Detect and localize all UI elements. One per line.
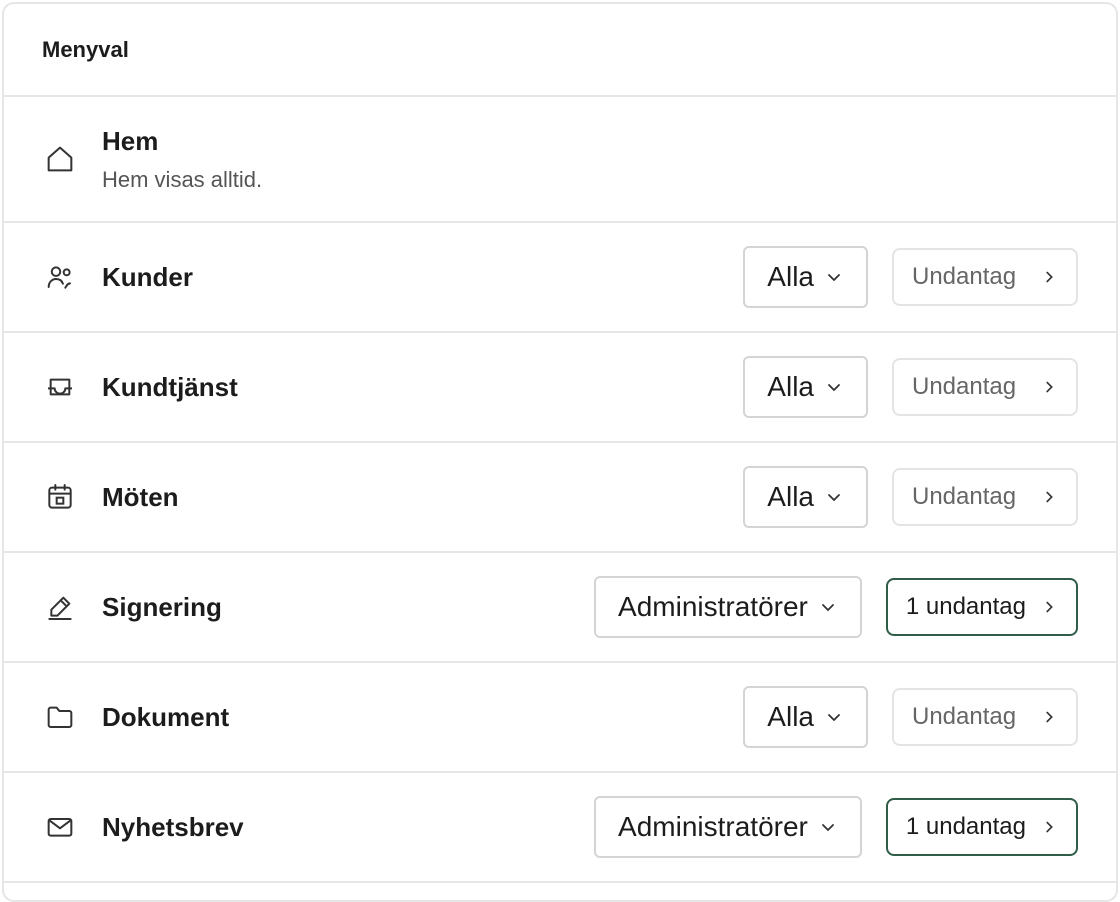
- menu-row-subtitle: Hem visas alltid.: [102, 166, 263, 192]
- access-select-dokument[interactable]: Alla: [743, 686, 868, 748]
- panel-header: Menyval: [4, 4, 1116, 97]
- menu-row-title: Dokument: [102, 701, 230, 732]
- select-value: Alla: [767, 701, 814, 732]
- menu-row-kunder: Kunder Alla Undantag: [4, 223, 1116, 333]
- menu-row-title: Kunder: [102, 261, 193, 292]
- chevron-right-icon: [1046, 491, 1053, 503]
- pen-icon: [42, 589, 78, 625]
- chevron-down-icon: [828, 494, 840, 502]
- menu-options-panel: Menyval Hem Hem visas alltid. Kunder All…: [2, 2, 1118, 902]
- chevron-right-icon: [1046, 271, 1053, 283]
- chevron-right-icon: [1046, 821, 1053, 833]
- select-value: Alla: [767, 371, 814, 402]
- exceptions-button-moten[interactable]: Undantag: [892, 468, 1078, 526]
- menu-row-dokument: Dokument Alla Undantag: [4, 663, 1116, 773]
- users-icon: [42, 259, 78, 295]
- select-value: Alla: [767, 261, 814, 292]
- menu-row-title: Kundtjänst: [102, 371, 238, 402]
- menu-row-title: Möten: [102, 481, 179, 512]
- chevron-right-icon: [1046, 381, 1053, 393]
- access-select-kunder[interactable]: Alla: [743, 246, 868, 308]
- exceptions-label: 1 undantag: [905, 593, 1026, 620]
- panel-title: Menyval: [42, 36, 129, 62]
- select-value: Administratörer: [618, 591, 808, 622]
- chevron-down-icon: [821, 824, 834, 832]
- folder-icon: [42, 699, 78, 735]
- menu-row-title: Nyhetsbrev: [102, 811, 244, 842]
- chevron-right-icon: [1046, 601, 1053, 613]
- access-select-nyhetsbrev[interactable]: Administratörer: [594, 796, 862, 858]
- menu-row-signering: Signering Administratörer 1 undantag: [4, 553, 1116, 663]
- home-icon: [42, 141, 78, 177]
- exceptions-label: Undantag: [912, 263, 1017, 290]
- exceptions-button-kunder[interactable]: Undantag: [892, 248, 1078, 306]
- menu-row-hem: Hem Hem visas alltid.: [4, 97, 1116, 223]
- exceptions-button-nyhetsbrev[interactable]: 1 undantag: [885, 798, 1078, 856]
- exceptions-label: Undantag: [912, 373, 1017, 400]
- chevron-down-icon: [821, 604, 834, 612]
- chevron-down-icon: [828, 274, 840, 282]
- menu-row-kundtjanst: Kundtjänst Alla Undantag: [4, 333, 1116, 443]
- mail-icon: [42, 809, 78, 845]
- access-select-kundtjanst[interactable]: Alla: [743, 356, 868, 418]
- calendar-icon: [42, 479, 78, 515]
- access-select-moten[interactable]: Alla: [743, 466, 868, 528]
- select-value: Administratörer: [618, 811, 808, 842]
- menu-row-moten: Möten Alla Undantag: [4, 443, 1116, 553]
- select-value: Alla: [767, 481, 814, 512]
- chevron-right-icon: [1046, 711, 1053, 723]
- exceptions-button-kundtjanst[interactable]: Undantag: [892, 358, 1078, 416]
- exceptions-button-dokument[interactable]: Undantag: [892, 688, 1078, 746]
- chevron-down-icon: [828, 714, 840, 722]
- exceptions-label: 1 undantag: [905, 813, 1026, 840]
- menu-row-title: Signering: [102, 591, 222, 622]
- exceptions-label: Undantag: [912, 703, 1017, 730]
- access-select-signering[interactable]: Administratörer: [594, 576, 862, 638]
- exceptions-label: Undantag: [912, 483, 1017, 510]
- chevron-down-icon: [828, 384, 840, 392]
- exceptions-button-signering[interactable]: 1 undantag: [885, 578, 1078, 636]
- inbox-icon: [42, 369, 78, 405]
- menu-row-title: Hem: [102, 125, 159, 156]
- menu-row-nyhetsbrev: Nyhetsbrev Administratörer 1 undantag: [4, 773, 1116, 883]
